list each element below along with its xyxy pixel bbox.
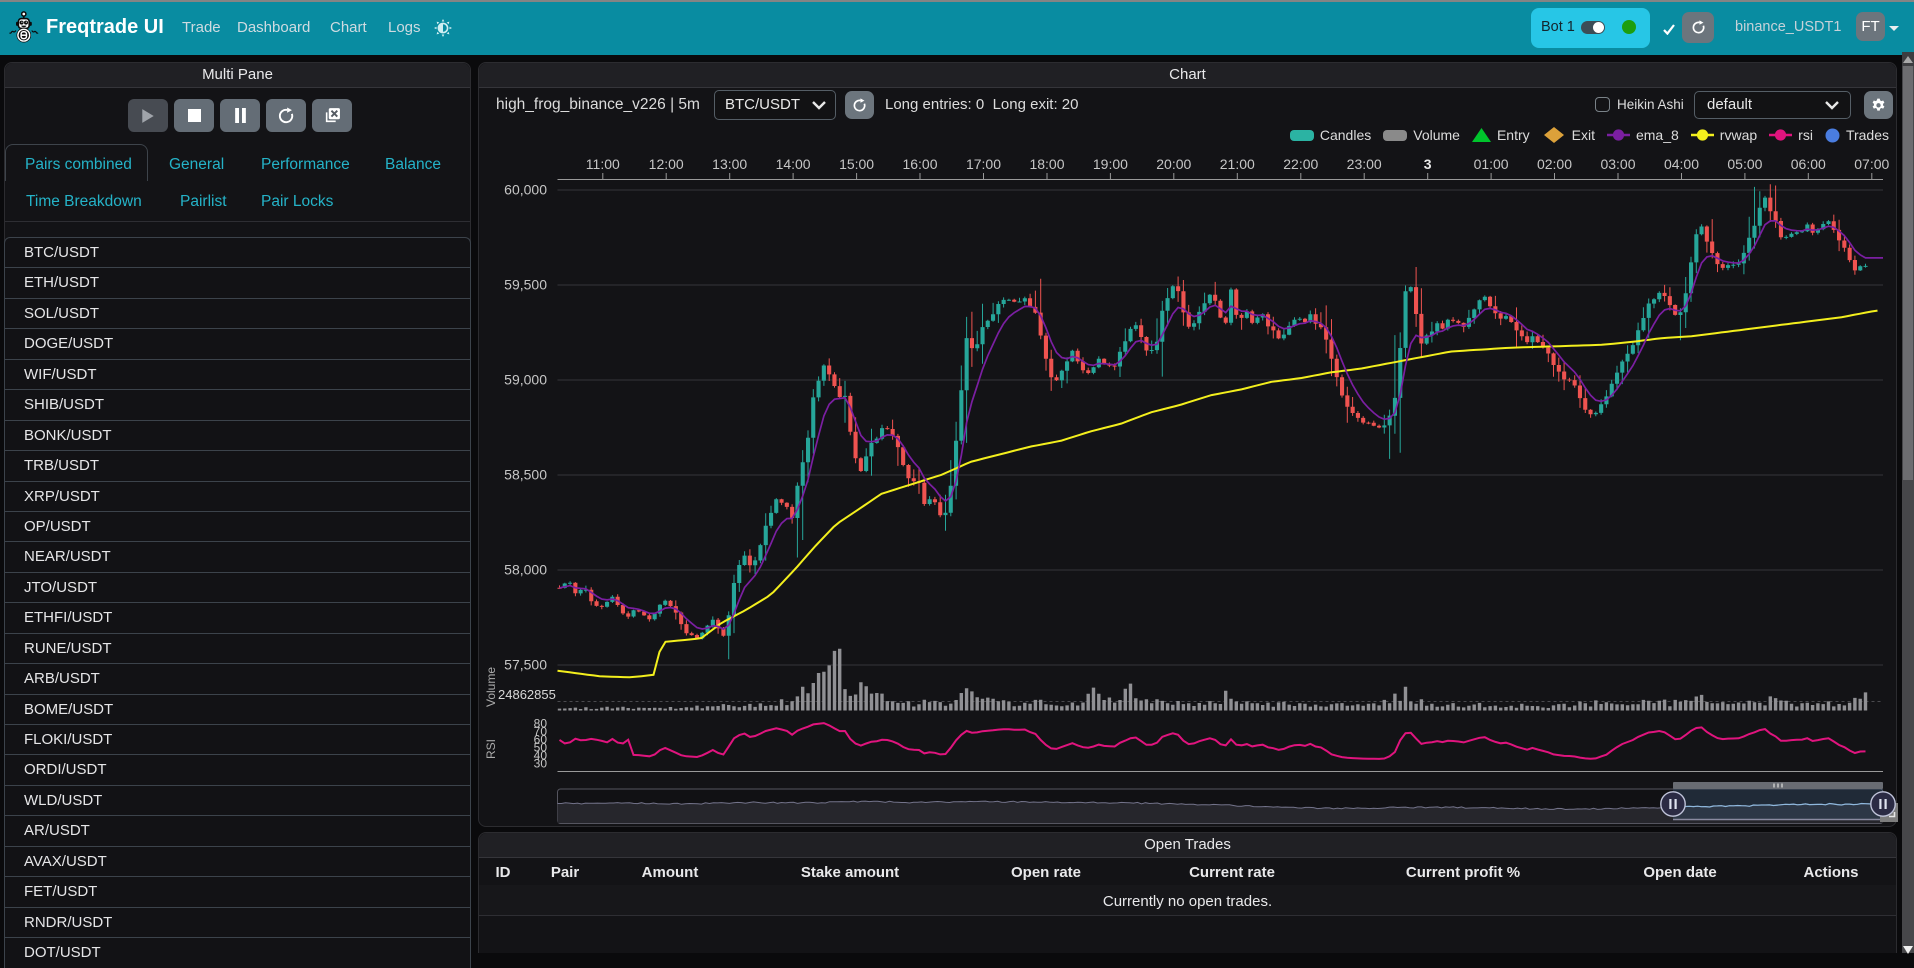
- svg-text:60,000: 60,000: [504, 182, 547, 198]
- svg-text:12:00: 12:00: [649, 156, 684, 172]
- svg-text:RSI: RSI: [484, 739, 498, 759]
- svg-text:01:00: 01:00: [1474, 156, 1509, 172]
- svg-text:03:00: 03:00: [1600, 156, 1635, 172]
- svg-text:57,500: 57,500: [504, 657, 547, 673]
- svg-text:02:00: 02:00: [1537, 156, 1572, 172]
- svg-text:07:00: 07:00: [1854, 156, 1889, 172]
- svg-text:24862855: 24862855: [498, 687, 556, 702]
- svg-text:Volume: Volume: [484, 667, 498, 707]
- svg-text:11:00: 11:00: [586, 156, 620, 172]
- svg-text:58,500: 58,500: [504, 467, 547, 483]
- svg-text:20:00: 20:00: [1156, 156, 1191, 172]
- svg-text:3: 3: [1424, 156, 1432, 172]
- svg-text:18:00: 18:00: [1029, 156, 1064, 172]
- svg-text:16:00: 16:00: [902, 156, 937, 172]
- svg-text:06:00: 06:00: [1791, 156, 1826, 172]
- svg-text:58,000: 58,000: [504, 562, 547, 578]
- svg-text:23:00: 23:00: [1347, 156, 1382, 172]
- svg-text:15:00: 15:00: [839, 156, 874, 172]
- svg-text:59,500: 59,500: [504, 277, 547, 293]
- svg-text:04:00: 04:00: [1664, 156, 1699, 172]
- svg-text:14:00: 14:00: [776, 156, 811, 172]
- svg-text:17:00: 17:00: [966, 156, 1001, 172]
- svg-text:30: 30: [534, 757, 548, 771]
- svg-text:05:00: 05:00: [1727, 156, 1762, 172]
- svg-text:19:00: 19:00: [1093, 156, 1128, 172]
- svg-text:59,000: 59,000: [504, 372, 547, 388]
- svg-text:21:00: 21:00: [1220, 156, 1255, 172]
- svg-text:13:00: 13:00: [712, 156, 747, 172]
- svg-text:22:00: 22:00: [1283, 156, 1318, 172]
